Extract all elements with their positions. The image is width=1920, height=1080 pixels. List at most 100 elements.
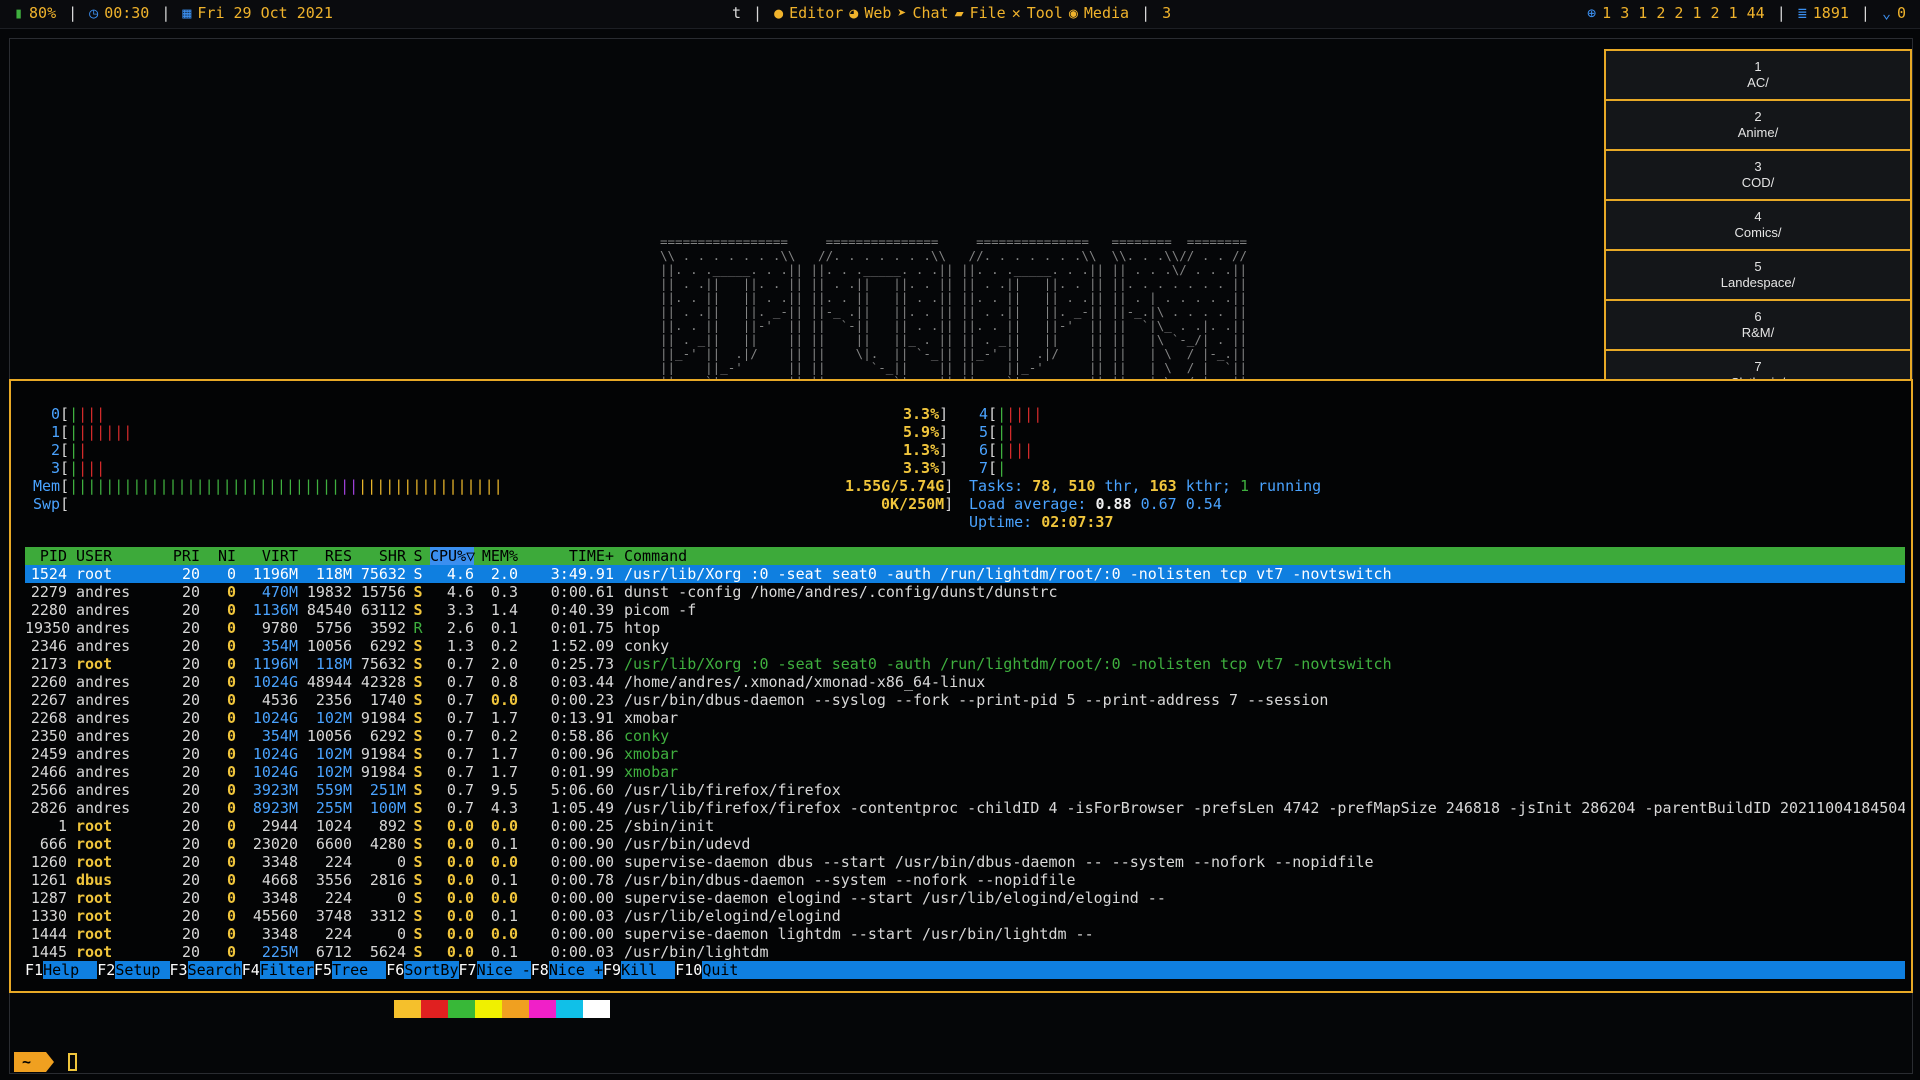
mem-percent: 0.0 (490, 817, 518, 835)
color-swatch (475, 1000, 502, 1018)
fkey-key: F2 (97, 961, 116, 979)
column-header[interactable]: S (406, 547, 430, 565)
column-header[interactable]: CPU%▽ (430, 547, 475, 565)
workspace-item[interactable]: 4 Comics/ (1606, 201, 1910, 249)
column-header[interactable]: PID (25, 547, 67, 565)
state: S (413, 853, 423, 871)
fkey-f4[interactable]: F4Filter (241, 961, 314, 979)
terminal-label[interactable]: t (732, 4, 741, 22)
app-web[interactable]: Web (864, 4, 891, 22)
column-header[interactable]: RES (298, 547, 352, 565)
cpu-percent: 4.6 (446, 565, 474, 583)
fkey-f10[interactable]: F10Quit (675, 961, 756, 979)
process-row[interactable]: 2173 root 20 0 1196M 118M 75632 S 0.7 2.0 0:25.73 /… (25, 655, 1905, 673)
cpu-percent: 3.3 (446, 601, 474, 619)
bar-segment: | (340, 477, 350, 495)
res-mem: 84540 (306, 601, 352, 619)
priority: 20 (181, 745, 200, 763)
column-header[interactable]: USER (67, 547, 164, 565)
workspace-item[interactable]: 3 COD/ (1606, 151, 1910, 199)
fkey-f2[interactable]: F2Setup (97, 961, 169, 979)
process-row[interactable]: 2459 andres 20 0 1024G 102M 91984 S 0.7 1.7 0:00.9… (25, 745, 1905, 763)
app-editor[interactable]: Editor (789, 4, 843, 22)
tasks-meter: Tasks: 78, 510 thr, 163 kthr; 1 running (969, 477, 1321, 495)
process-row[interactable]: 2267 andres 20 0 4536 2356 1740 S 0.7 0.0 0:00.23 /… (25, 691, 1905, 709)
process-row[interactable]: 1261 dbus 20 0 4668 3556 2816 S 0.0 0.1 0:00.78/us… (25, 871, 1905, 889)
fkey-f6[interactable]: F6SortBy (386, 961, 459, 979)
globe-icon: ⊕ (1587, 4, 1597, 22)
column-header[interactable]: MEM% (474, 547, 518, 565)
workspace-item[interactable]: 5 Landespace/ (1606, 251, 1910, 299)
fkey-f8[interactable]: F8Nice + (530, 961, 603, 979)
state: S (413, 799, 423, 817)
uptime: Uptime: 02:07:37 (969, 513, 1114, 531)
column-header[interactable]: Command (614, 547, 687, 565)
process-row[interactable]: 1524 root 20 0 1196M 118M 75632 S 4.6 2.0 3:49.91 /… (25, 565, 1905, 583)
process-row[interactable]: 1 root 20 0 2944 1024 892 S 0.0 0.0 0:00.25/sbin/i… (25, 817, 1905, 835)
column-header[interactable]: VIRT (236, 547, 298, 565)
mem-percent: 0.1 (490, 835, 518, 853)
cpu-percent: 0.7 (446, 673, 474, 691)
bar-segment: | (367, 477, 377, 495)
app-file[interactable]: File (970, 4, 1006, 22)
nice: 0 (226, 817, 236, 835)
mem-percent: 2.0 (490, 655, 518, 673)
state: S (413, 709, 423, 727)
fkey-f9[interactable]: F9Kill (603, 961, 675, 979)
process-row[interactable]: 1445 root 20 0 225M 6712 5624 S 0.0 0.1 0:00.03/us… (25, 943, 1905, 961)
workspace-item[interactable]: 2 Anime/ (1606, 101, 1910, 149)
separator: | (1141, 4, 1151, 22)
process-row[interactable]: 666 root 20 0 23020 6600 4280 S 0.0 0.1 0:00.90/us… (25, 835, 1905, 853)
app-tool[interactable]: Tool (1027, 4, 1063, 22)
bar-segment: | (87, 477, 97, 495)
fkey-f1[interactable]: F1Help (25, 961, 97, 979)
process-row[interactable]: 2350 andres 20 0 354M 10056 6292 S 0.7 0.2 0:58.86… (25, 727, 1905, 745)
mem-percent: 0.0 (490, 691, 518, 709)
fkey-label: Setup (115, 961, 170, 979)
process-row[interactable]: 2279 andres 20 0 470M 19832 15756 S 4.6 0.3 0:00.6… (25, 583, 1905, 601)
column-header[interactable]: PRI (164, 547, 200, 565)
priority: 20 (181, 889, 200, 907)
process-row[interactable]: 2280 andres 20 0 1136M 84540 63112 S 3.3 1.4 0:40.… (25, 601, 1905, 619)
process-row[interactable]: 2346 andres 20 0 354M 10056 6292 S 1.3 0.2 1:52.09… (25, 637, 1905, 655)
shr-mem: 75632 (360, 565, 406, 583)
app-chat[interactable]: Chat (912, 4, 948, 22)
cpu-meter: 6[|||| (979, 441, 1033, 459)
process-row[interactable]: 1287 root 20 0 3348 224 0 S 0.0 0.0 0:00.00 supervi… (25, 889, 1905, 907)
nice: 0 (226, 853, 236, 871)
priority: 20 (181, 925, 200, 943)
process-row[interactable]: 2826 andres 20 0 8923M 255M 100M S 0.7 4.3 1:05.49… (25, 799, 1905, 817)
app-media[interactable]: Media (1084, 4, 1129, 22)
res-mem: 224 (324, 889, 352, 907)
pid: 2459 (30, 745, 67, 763)
cpu-id: 3 (51, 459, 61, 477)
process-table-header[interactable]: PID USER PRI NI VIRT RES SHR S CPU%▽ MEM% TIME+ Com… (25, 547, 1905, 565)
fkey-f5[interactable]: F5Tree (314, 961, 386, 979)
bracket: ] (939, 441, 949, 459)
process-row[interactable]: 2566 andres 20 0 3923M 559M 251M S 0.7 9.5 5:06.60… (25, 781, 1905, 799)
process-row[interactable]: 19350 andres 20 0 9780 5756 3592 R 2.6 0.1 0:01.75… (25, 619, 1905, 637)
state: S (413, 889, 423, 907)
process-row[interactable]: 2260 andres 20 0 1024G 48944 42328 S 0.7 0.8 0:03.… (25, 673, 1905, 691)
cpu-time: 0:25.73 (550, 655, 614, 673)
column-header[interactable]: TIME+ (518, 547, 614, 565)
bar-segment: | (997, 423, 1007, 441)
process-row[interactable]: 1444 root 20 0 3348 224 0 S 0.0 0.0 0:00.00 supervi… (25, 925, 1905, 943)
process-row[interactable]: 2268 andres 20 0 1024G 102M 91984 S 0.7 1.7 0:13.9… (25, 709, 1905, 727)
workspace-item[interactable]: 6 R&M/ (1606, 301, 1910, 349)
column-header[interactable]: NI (200, 547, 236, 565)
fkey-f7[interactable]: F7Nice - (458, 961, 531, 979)
bracket: [ (988, 441, 998, 459)
workspace-item[interactable]: 1 AC/ (1606, 51, 1910, 99)
shell-prompt[interactable]: ~ (14, 1052, 77, 1072)
fkey-label: SortBy (404, 961, 459, 979)
process-row[interactable]: 1330 root 20 0 45560 3748 3312 S 0.0 0.1 0:00.03/u… (25, 907, 1905, 925)
fkey-f3[interactable]: F3Search (169, 961, 242, 979)
load-average: Load average: 0.88 0.67 0.54 (969, 495, 1222, 513)
virt-mem: 4668 (261, 871, 298, 889)
bar-segment: | (114, 423, 124, 441)
process-row[interactable]: 2466 andres 20 0 1024G 102M 91984 S 0.7 1.7 0:01.9… (25, 763, 1905, 781)
bar-segment: | (69, 459, 79, 477)
column-header[interactable]: SHR (352, 547, 406, 565)
process-row[interactable]: 1260 root 20 0 3348 224 0 S 0.0 0.0 0:00.00 supervi… (25, 853, 1905, 871)
